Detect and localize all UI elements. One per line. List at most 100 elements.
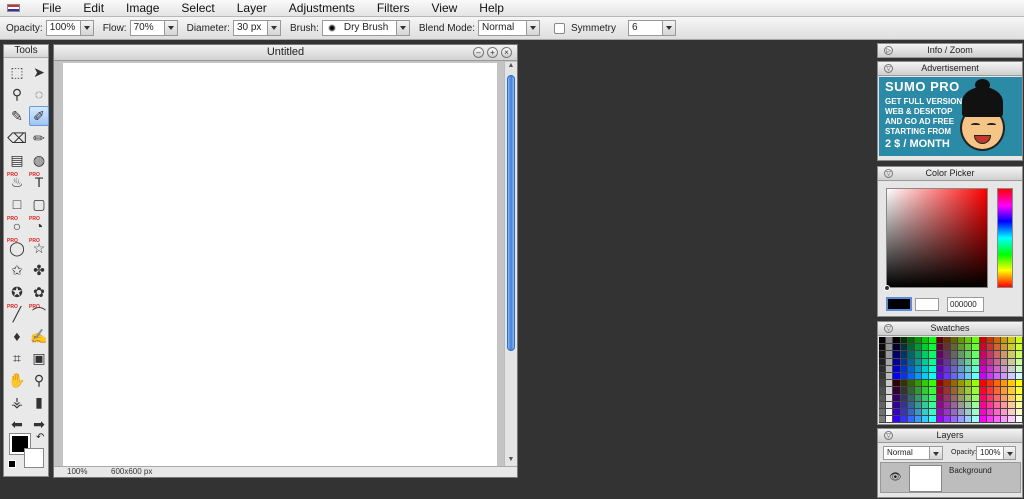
swatch[interactable]	[979, 401, 987, 409]
swatch[interactable]	[879, 416, 887, 424]
swatch[interactable]	[886, 416, 894, 424]
stamp-tool[interactable]: ♨ PRO	[7, 172, 27, 192]
ad-banner[interactable]: SUMO PRO GET FULL VERSION WEB & DESKTOP …	[879, 77, 1022, 156]
blob-tool[interactable]: ✪	[7, 282, 27, 302]
swatch[interactable]	[879, 337, 887, 345]
swatch[interactable]	[907, 387, 915, 395]
swatch[interactable]	[900, 337, 908, 345]
swatch[interactable]	[994, 387, 1002, 395]
swatch[interactable]	[922, 387, 930, 395]
eraser-tool[interactable]: ⌫	[7, 128, 27, 148]
swatch[interactable]	[986, 344, 994, 352]
swatch[interactable]	[922, 365, 930, 373]
fill-tool[interactable]: ◍	[29, 150, 49, 170]
background-color[interactable]	[24, 448, 44, 468]
menu-help[interactable]: Help	[468, 0, 515, 16]
swatch[interactable]	[879, 408, 887, 417]
smudge-tool[interactable]: ✍	[29, 326, 49, 346]
swatch[interactable]	[1008, 372, 1016, 381]
swatch[interactable]	[1008, 387, 1016, 395]
swatch[interactable]	[950, 380, 959, 388]
swatch[interactable]	[965, 337, 973, 345]
swatch[interactable]	[958, 358, 966, 366]
document-titlebar[interactable]: Untitled – + ×	[54, 45, 517, 61]
swatch[interactable]	[914, 337, 923, 345]
menu-select[interactable]: Select	[170, 0, 225, 16]
current-color[interactable]	[886, 297, 912, 311]
swatch[interactable]	[936, 337, 944, 345]
swatch[interactable]	[886, 408, 894, 417]
swatch[interactable]	[994, 372, 1002, 381]
swatch[interactable]	[879, 387, 887, 395]
swatch[interactable]	[986, 337, 994, 345]
swatch[interactable]	[914, 408, 923, 417]
swatch[interactable]	[929, 372, 937, 381]
swatch[interactable]	[1001, 344, 1009, 352]
drawing-canvas[interactable]	[63, 63, 497, 466]
flag-icon[interactable]	[7, 4, 20, 12]
swatch[interactable]	[1001, 416, 1009, 424]
zoom-level[interactable]: 100%	[67, 467, 87, 477]
swatch[interactable]	[914, 387, 923, 395]
swatch[interactable]	[1008, 416, 1016, 424]
swatch[interactable]	[1001, 372, 1009, 381]
swatch[interactable]	[886, 358, 894, 366]
scroll-down-icon[interactable]: ▼	[505, 456, 517, 466]
swatch[interactable]	[907, 401, 915, 409]
swatch[interactable]	[929, 380, 937, 388]
swatch[interactable]	[922, 394, 930, 402]
swatch[interactable]	[958, 416, 966, 424]
swatch[interactable]	[1015, 401, 1023, 409]
menu-file[interactable]: File	[31, 0, 72, 16]
swatch[interactable]	[950, 416, 959, 424]
saturation-field[interactable]	[886, 188, 988, 288]
swatch[interactable]	[979, 387, 987, 395]
menu-image[interactable]: Image	[115, 0, 170, 16]
swatch[interactable]	[936, 416, 944, 424]
swatch[interactable]	[907, 372, 915, 381]
swatch[interactable]	[1015, 387, 1023, 395]
brush-tool[interactable]: ✎	[7, 106, 27, 126]
wand-tool[interactable]: ⚲	[7, 84, 27, 104]
swatch[interactable]	[914, 372, 923, 381]
swatch[interactable]	[979, 416, 987, 424]
swatch[interactable]	[914, 401, 923, 409]
swatch[interactable]	[879, 365, 887, 373]
swatch[interactable]	[936, 344, 944, 352]
advertisement-header[interactable]: ▽ Advertisement	[878, 62, 1022, 76]
swatch[interactable]	[986, 401, 994, 409]
swatch[interactable]	[893, 416, 901, 424]
swatch[interactable]	[986, 380, 994, 388]
text-tool[interactable]: T PRO	[29, 172, 49, 192]
swatch[interactable]	[950, 372, 959, 381]
swatch[interactable]	[879, 344, 887, 352]
symmetry-checkbox[interactable]	[554, 22, 566, 34]
swatch[interactable]	[886, 365, 894, 373]
swatch[interactable]	[1001, 358, 1009, 366]
swatch[interactable]	[943, 416, 951, 424]
collapse-icon[interactable]: ▽	[884, 64, 893, 73]
collapse-icon[interactable]: ▽	[884, 431, 893, 440]
swatch[interactable]	[994, 408, 1002, 417]
swatch[interactable]	[958, 380, 966, 388]
swatch[interactable]	[1015, 337, 1023, 345]
swatch[interactable]	[986, 408, 994, 417]
swatch[interactable]	[1001, 365, 1009, 373]
ellipse-tool[interactable]: ○ PRO	[7, 216, 27, 236]
swatch[interactable]	[893, 344, 901, 352]
hue-slider[interactable]	[997, 188, 1013, 288]
swatch[interactable]	[879, 380, 887, 388]
swatch[interactable]	[922, 380, 930, 388]
swatch[interactable]	[1008, 394, 1016, 402]
swatch[interactable]	[994, 416, 1002, 424]
info-zoom-header[interactable]: ▷ Info / Zoom	[878, 44, 1022, 58]
swatch[interactable]	[929, 408, 937, 417]
swatch[interactable]	[907, 408, 915, 417]
swatch[interactable]	[958, 408, 966, 417]
swatch[interactable]	[943, 351, 951, 359]
swatch[interactable]	[893, 380, 901, 388]
swatch[interactable]	[929, 387, 937, 395]
swatch[interactable]	[943, 337, 951, 345]
resize-tool[interactable]: ▣	[29, 348, 49, 368]
swatch[interactable]	[922, 408, 930, 417]
